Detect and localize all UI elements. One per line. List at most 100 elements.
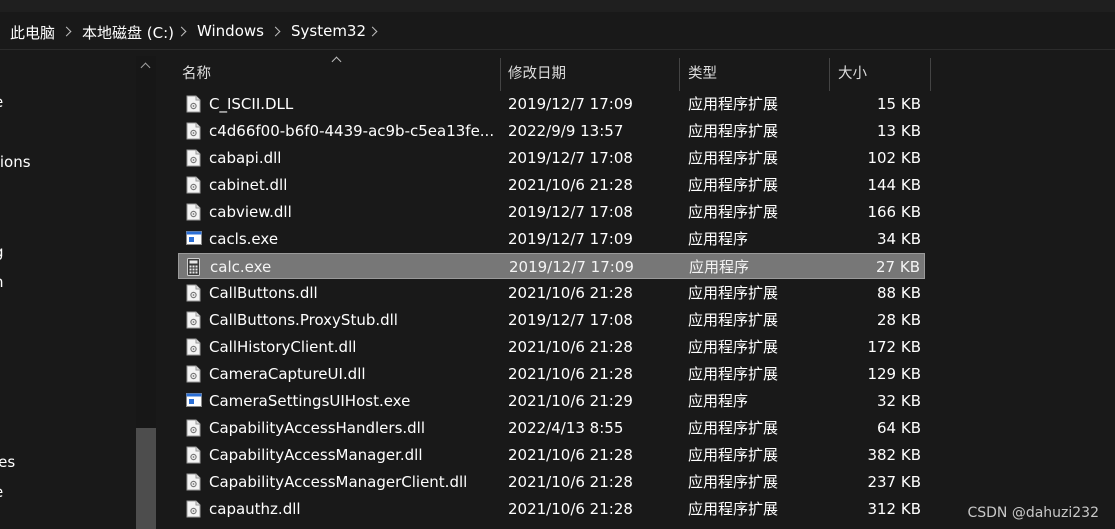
file-size: 312 KB	[867, 500, 921, 518]
file-size: 172 KB	[867, 338, 921, 356]
column-divider[interactable]	[679, 58, 680, 91]
file-date: 2019/12/7 17:09	[509, 258, 634, 276]
file-row[interactable]: CameraCaptureUI.dll 2021/10/6 21:28 应用程序扩展…	[178, 361, 925, 387]
file-row[interactable]: capauthz.dll 2021/10/6 21:28 应用程序扩展 312 KB	[178, 496, 925, 522]
dll-file-icon	[186, 473, 201, 491]
file-row[interactable]: c4d66f00-b6f0-4439-ac9b-c5ea13fe... 2022/…	[178, 118, 925, 144]
file-name: CapabilityAccessManagerClient.dll	[209, 473, 468, 491]
scroll-up-arrow-icon[interactable]	[140, 62, 151, 73]
dll-file-icon	[186, 419, 201, 437]
breadcrumb-windows[interactable]: Windows	[197, 22, 264, 40]
nav-item-label[interactable]: e	[0, 93, 3, 111]
file-date: 2021/10/6 21:28	[508, 284, 633, 302]
column-divider[interactable]	[930, 58, 931, 91]
file-size: 144 KB	[867, 176, 921, 194]
file-row[interactable]: cabapi.dll 2019/12/7 17:08 应用程序扩展 102 KB	[178, 145, 925, 171]
file-date: 2021/10/6 21:28	[508, 500, 633, 518]
file-size: 13 KB	[877, 122, 921, 140]
dll-file-icon	[186, 176, 201, 194]
file-date: 2021/10/6 21:28	[508, 446, 633, 464]
file-name: CameraSettingsUIHost.exe	[209, 392, 411, 410]
file-row[interactable]: CallHistoryClient.dll 2021/10/6 21:28 应用程序…	[178, 334, 925, 360]
file-name: CallButtons.dll	[209, 284, 318, 302]
file-type: 应用程序扩展	[688, 365, 779, 383]
nav-item-label[interactable]: les	[0, 453, 15, 471]
breadcrumb-system32[interactable]: System32	[291, 22, 366, 40]
file-date: 2019/12/7 17:08	[508, 203, 633, 221]
file-date: 2022/9/9 13:57	[508, 122, 624, 140]
chevron-right-icon[interactable]	[270, 26, 281, 37]
file-row[interactable]: cabinet.dll 2021/10/6 21:28 应用程序扩展 144 KB	[178, 172, 925, 198]
file-row[interactable]: CapabilityAccessManager.dll 2021/10/6 21:…	[178, 442, 925, 468]
address-bar[interactable]: 此电脑 本地磁盘 (C:) Windows System32	[0, 12, 1115, 50]
file-date: 2021/10/6 21:28	[508, 365, 633, 383]
column-header-name[interactable]: 名称	[182, 58, 211, 91]
file-size: 34 KB	[877, 230, 921, 248]
file-type: 应用程序扩展	[688, 500, 779, 518]
watermark: CSDN @dahuzi232	[967, 505, 1099, 521]
column-header-size[interactable]: 大小	[838, 58, 867, 91]
file-date: 2022/4/13 8:55	[508, 419, 624, 437]
file-name: CallButtons.ProxyStub.dll	[209, 311, 398, 329]
file-name: CapabilityAccessHandlers.dll	[209, 419, 426, 437]
file-row[interactable]: CapabilityAccessHandlers.dll 2022/4/13 8:…	[178, 415, 925, 441]
nav-item-label[interactable]: tions	[0, 153, 31, 171]
column-header-type[interactable]: 类型	[688, 58, 717, 91]
file-type: 应用程序扩展	[688, 95, 779, 113]
dll-file-icon	[186, 122, 201, 140]
nav-item-label[interactable]: n	[0, 273, 4, 291]
file-size: 27 KB	[876, 258, 920, 276]
column-divider[interactable]	[829, 58, 830, 91]
file-row[interactable]: cacls.exe 2019/12/7 17:09 应用程序 34 KB	[178, 226, 925, 252]
column-header-date[interactable]: 修改日期	[508, 58, 566, 91]
chevron-right-icon[interactable]	[176, 26, 187, 37]
file-name: CallHistoryClient.dll	[209, 338, 357, 356]
file-type: 应用程序扩展	[688, 149, 779, 167]
file-row[interactable]: CallButtons.ProxyStub.dll 2019/12/7 17:08…	[178, 307, 925, 333]
file-date: 2021/10/6 21:28	[508, 338, 633, 356]
nav-item-label[interactable]: e	[0, 483, 3, 501]
scrollbar-thumb[interactable]	[136, 428, 156, 529]
file-type: 应用程序扩展	[688, 122, 779, 140]
file-row[interactable]: CameraSettingsUIHost.exe 2021/10/6 21:29 应…	[178, 388, 925, 414]
file-date: 2019/12/7 17:08	[508, 149, 633, 167]
breadcrumb-local-disk[interactable]: 本地磁盘 (C:)	[82, 22, 174, 43]
file-type: 应用程序扩展	[688, 338, 779, 356]
dll-file-icon	[186, 446, 201, 464]
file-type: 应用程序扩展	[688, 473, 779, 491]
file-row[interactable]: calc.exe 2019/12/7 17:09 应用程序 27 KB	[178, 253, 925, 279]
dll-file-icon	[186, 365, 201, 383]
file-size: 64 KB	[877, 419, 921, 437]
chevron-right-icon[interactable]	[367, 26, 378, 37]
breadcrumb-this-pc[interactable]: 此电脑	[10, 22, 55, 43]
navigation-pane: e tions g n les e	[0, 50, 158, 529]
file-type: 应用程序扩展	[688, 176, 779, 194]
window-top-strip	[0, 0, 1115, 12]
column-divider[interactable]	[500, 58, 501, 91]
file-row[interactable]: C_ISCII.DLL 2019/12/7 17:09 应用程序扩展 15 KB	[178, 91, 925, 117]
dll-file-icon	[186, 284, 201, 302]
file-date: 2021/10/6 21:28	[508, 473, 633, 491]
file-size: 28 KB	[877, 311, 921, 329]
nav-scrollbar[interactable]	[136, 56, 156, 529]
file-type: 应用程序	[689, 258, 750, 276]
dll-file-icon	[186, 338, 201, 356]
file-row[interactable]: cabview.dll 2019/12/7 17:08 应用程序扩展 166 KB	[178, 199, 925, 225]
file-name: cabview.dll	[209, 203, 292, 221]
file-row[interactable]: CapabilityAccessManagerClient.dll 2021/10…	[178, 469, 925, 495]
nav-item-label[interactable]: g	[0, 243, 4, 261]
file-size: 88 KB	[877, 284, 921, 302]
file-name: CameraCaptureUI.dll	[209, 365, 366, 383]
file-size: 32 KB	[877, 392, 921, 410]
file-row[interactable]: CallButtons.dll 2021/10/6 21:28 应用程序扩展 88 K…	[178, 280, 925, 306]
dll-file-icon	[186, 203, 201, 221]
file-name: cabapi.dll	[209, 149, 282, 167]
file-size: 237 KB	[867, 473, 921, 491]
chevron-right-icon[interactable]	[61, 26, 72, 37]
file-name: calc.exe	[210, 258, 272, 276]
file-name: cacls.exe	[209, 230, 279, 248]
calculator-icon	[187, 258, 202, 276]
file-size: 166 KB	[867, 203, 921, 221]
file-type: 应用程序	[688, 230, 749, 248]
file-name: C_ISCII.DLL	[209, 95, 294, 113]
